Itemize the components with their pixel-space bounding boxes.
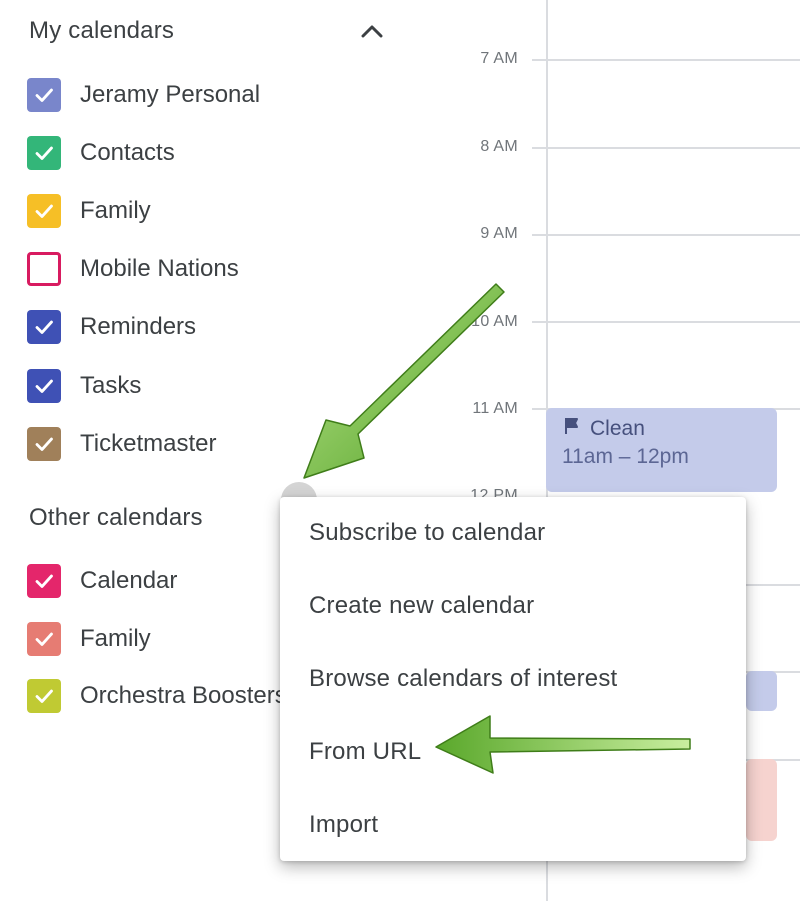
calendar-label: Jeramy Personal — [80, 81, 261, 108]
calendar-item-family[interactable]: Family — [27, 619, 287, 659]
checkbox-checked-icon[interactable] — [27, 194, 61, 228]
menu-item-create-new[interactable]: Create new calendar — [280, 570, 746, 642]
calendar-label: Reminders — [80, 313, 197, 340]
calendar-item-contacts[interactable]: Contacts — [27, 133, 287, 173]
calendar-item-tasks[interactable]: Tasks — [27, 366, 287, 406]
calendar-item-jeramy-personal[interactable]: Jeramy Personal — [27, 75, 287, 115]
checkbox-checked-icon[interactable] — [27, 78, 61, 112]
event-title: Clean — [590, 416, 645, 440]
hour-line-9am — [532, 234, 800, 236]
checkbox-unchecked-icon[interactable] — [27, 252, 61, 286]
calendar-item-mobile-nations[interactable]: Mobile Nations — [27, 249, 287, 289]
event-strip[interactable] — [746, 759, 777, 841]
checkbox-checked-icon[interactable] — [27, 369, 61, 403]
calendar-label: Calendar — [80, 567, 178, 594]
menu-item-browse[interactable]: Browse calendars of interest — [280, 643, 746, 715]
other-calendars-section-title: Other calendars — [29, 504, 203, 531]
calendar-item-calendar[interactable]: Calendar — [27, 561, 287, 601]
chevron-up-icon[interactable] — [358, 18, 386, 46]
checkbox-checked-icon[interactable] — [27, 564, 61, 598]
hour-line-7am — [532, 59, 800, 61]
checkbox-checked-icon[interactable] — [27, 136, 61, 170]
event-time: 11am – 12pm — [562, 445, 689, 468]
menu-item-subscribe[interactable]: Subscribe to calendar — [280, 497, 746, 569]
calendar-label: Family — [80, 625, 151, 652]
event-strip[interactable] — [746, 671, 777, 711]
calendar-item-reminders[interactable]: Reminders — [27, 307, 287, 347]
calendar-label: Tasks — [80, 372, 142, 399]
hour-line-10am — [532, 321, 800, 323]
add-calendar-menu: Subscribe to calendar Create new calenda… — [280, 497, 746, 861]
calendar-label: Contacts — [80, 139, 175, 166]
checkbox-checked-icon[interactable] — [27, 679, 61, 713]
calendar-item-orchestra-boosters[interactable]: Orchestra Boosters — [27, 676, 282, 716]
calendar-label: Orchestra Boosters — [80, 682, 282, 709]
time-label-11am: 11 AM — [472, 400, 518, 417]
time-label-9am: 9 AM — [480, 225, 518, 242]
menu-item-from-url[interactable]: From URL — [280, 716, 746, 788]
calendar-item-family[interactable]: Family — [27, 191, 287, 231]
calendar-label: Mobile Nations — [80, 255, 239, 282]
time-label-8am: 8 AM — [480, 138, 518, 155]
menu-item-import[interactable]: Import — [280, 789, 746, 861]
calendar-item-ticketmaster[interactable]: Ticketmaster — [27, 424, 287, 464]
time-label-7am: 7 AM — [480, 50, 518, 67]
time-label-10am: 10 AM — [471, 313, 518, 330]
sidebar-clip: Orchestra Boosters — [0, 670, 282, 730]
flag-icon — [562, 416, 582, 441]
calendar-label: Family — [80, 197, 151, 224]
checkbox-checked-icon[interactable] — [27, 622, 61, 656]
calendar-label: Ticketmaster — [80, 430, 217, 457]
checkbox-checked-icon[interactable] — [27, 427, 61, 461]
hour-line-8am — [532, 147, 800, 149]
checkbox-checked-icon[interactable] — [27, 310, 61, 344]
event-card[interactable]: Clean 11am – 12pm — [546, 408, 777, 492]
my-calendars-section-title: My calendars — [29, 17, 175, 44]
